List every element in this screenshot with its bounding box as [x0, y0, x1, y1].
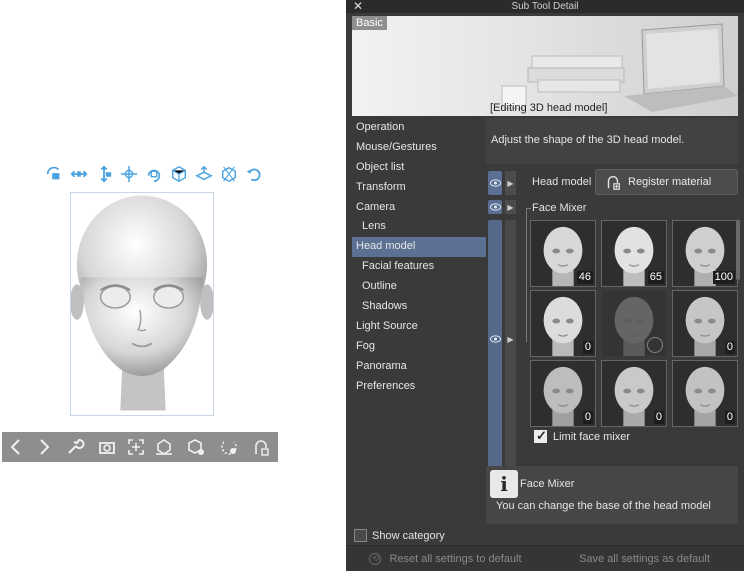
canvas-bottom-toolbar: [2, 432, 278, 462]
category-operation[interactable]: Operation: [352, 118, 486, 138]
object-move-plane-icon[interactable]: [194, 163, 213, 185]
face-mixer-value: 0: [653, 411, 664, 424]
expand-arrow-icon[interactable]: ▶: [505, 200, 516, 214]
panel-titlebar: ✕ Sub Tool Detail: [346, 0, 744, 13]
preview-caption: [Editing 3D head model]: [490, 102, 608, 114]
face-mixer-value: 0: [724, 411, 735, 424]
visibility-eye-icon[interactable]: [488, 332, 502, 346]
register-material-icon: [607, 175, 620, 190]
face-mixer-thumbnail[interactable]: 0: [672, 290, 738, 357]
preview-tag: Basic: [352, 16, 387, 30]
face-mixer-label: Face Mixer: [532, 202, 587, 214]
object-settings-icon[interactable]: [178, 432, 214, 462]
limit-face-mixer-label: Limit face mixer: [553, 430, 631, 443]
show-category-label: Show category: [372, 529, 445, 542]
object-snap-icon[interactable]: [219, 163, 238, 185]
register-head-icon[interactable]: [244, 432, 278, 462]
next-icon[interactable]: [30, 432, 58, 462]
category-light-source[interactable]: Light Source: [352, 317, 486, 337]
reset-rotation-icon[interactable]: [244, 163, 263, 185]
face-mixer-value: 0: [582, 341, 593, 354]
category-facial-features[interactable]: Facial features: [352, 257, 486, 277]
reset-all-settings-label: Reset all settings to default: [389, 552, 522, 565]
limit-face-mixer-toggle[interactable]: Limit face mixer: [534, 428, 631, 444]
category-shadows[interactable]: Shadows: [352, 297, 486, 317]
face-mixer-expand-strip[interactable]: [505, 220, 516, 490]
panel-footer: ⟲ Reset all settings to default Save all…: [346, 545, 744, 571]
wrench-icon[interactable]: [58, 432, 92, 462]
category-lens[interactable]: Lens: [352, 217, 486, 237]
category-object-list[interactable]: Object list: [352, 158, 486, 178]
camera-pan-icon[interactable]: [69, 163, 88, 185]
info-title: Face Mixer: [520, 478, 575, 490]
face-mixer-thumbnail[interactable]: 0: [530, 290, 596, 357]
reset-all-settings-button[interactable]: ⟲ Reset all settings to default: [346, 545, 545, 571]
face-mixer-value: 65: [647, 271, 664, 284]
tool-preview: Basic [Editing 3D head model]: [352, 16, 738, 116]
face-mixer-thumbnail[interactable]: 0: [601, 360, 667, 427]
save-all-settings-button[interactable]: Save all settings as default: [545, 545, 744, 571]
face-mixer-value: 46: [576, 271, 593, 284]
panel-title: Sub Tool Detail: [511, 1, 579, 12]
reset-pose-icon[interactable]: [214, 432, 244, 462]
info-icon: i: [490, 470, 518, 498]
face-mixer-thumbnail[interactable]: 0: [530, 360, 596, 427]
category-fog[interactable]: Fog: [352, 337, 486, 357]
face-mixer-thumbnail[interactable]: 100: [672, 220, 738, 287]
face-mixer-value: 0: [582, 411, 593, 424]
fit-view-icon[interactable]: [122, 432, 150, 462]
category-list: Operation Mouse/Gestures Object list Tra…: [352, 118, 486, 396]
3d-head-model[interactable]: [70, 192, 214, 416]
info-text: You can change the base of the head mode…: [496, 500, 711, 512]
info-box: i Face Mixer You can change the base of …: [486, 466, 738, 524]
category-panorama[interactable]: Panorama: [352, 357, 486, 377]
category-preferences[interactable]: Preferences: [352, 377, 486, 397]
expand-arrow-icon[interactable]: ▶: [505, 332, 516, 346]
save-all-settings-label: Save all settings as default: [579, 552, 710, 565]
previous-icon[interactable]: [2, 432, 30, 462]
head-model-settings: ▶ ▶ ▶ Head model Register material Face …: [486, 166, 740, 490]
register-material-button[interactable]: Register material: [595, 169, 738, 195]
face-mixer-thumbnail[interactable]: 0: [672, 360, 738, 427]
category-transform[interactable]: Transform: [352, 178, 486, 198]
timer-icon: [647, 337, 663, 353]
face-mixer-value: 0: [724, 341, 735, 354]
3d-manipulator-toolbar: [44, 163, 263, 185]
object-move-icon[interactable]: [119, 163, 138, 185]
face-mixer-thumbnail[interactable]: 65: [601, 220, 667, 287]
camera-zoom-icon[interactable]: [94, 163, 113, 185]
object-rotate-axis-icon[interactable]: [169, 163, 188, 185]
category-head-model[interactable]: Head model: [352, 237, 486, 258]
canvas-area[interactable]: [0, 0, 346, 571]
visibility-eye-icon[interactable]: [488, 171, 502, 195]
camera-rotate-icon[interactable]: [44, 163, 63, 185]
face-mixer-visibility-strip[interactable]: [488, 220, 502, 490]
visibility-eye-icon[interactable]: [488, 200, 502, 214]
category-outline[interactable]: Outline: [352, 277, 486, 297]
tree-line: [526, 208, 531, 209]
face-mixer-value: 100: [712, 271, 735, 284]
head-model-label: Head model: [532, 176, 592, 188]
category-camera[interactable]: Camera: [352, 198, 486, 218]
scrollbar[interactable]: [736, 220, 740, 280]
face-mixer-thumbnail[interactable]: 46: [530, 220, 596, 287]
close-icon[interactable]: ✕: [353, 0, 363, 13]
category-description: Adjust the shape of the 3D head model.: [486, 118, 738, 164]
face-mixer-thumbnail[interactable]: [601, 290, 667, 357]
expand-arrow-icon[interactable]: ▶: [505, 171, 516, 195]
show-category-checkbox[interactable]: [354, 529, 367, 542]
category-mouse-gestures[interactable]: Mouse/Gestures: [352, 138, 486, 158]
register-material-label: Register material: [628, 176, 712, 188]
reset-icon: ⟲: [369, 552, 382, 565]
sub-tool-detail-panel: ✕ Sub Tool Detail Basic [Editing 3D head…: [346, 0, 744, 571]
desk-illustration: [501, 23, 738, 112]
ground-icon[interactable]: [150, 432, 178, 462]
limit-face-mixer-checkbox[interactable]: [534, 428, 547, 444]
object-rotate-icon[interactable]: [144, 163, 163, 185]
tree-line: [526, 208, 527, 342]
show-category-toggle[interactable]: Show category: [354, 529, 445, 542]
face-mixer-grid: 46 65 100 0 0 0 0 0: [530, 220, 738, 427]
camera-icon[interactable]: [92, 432, 122, 462]
